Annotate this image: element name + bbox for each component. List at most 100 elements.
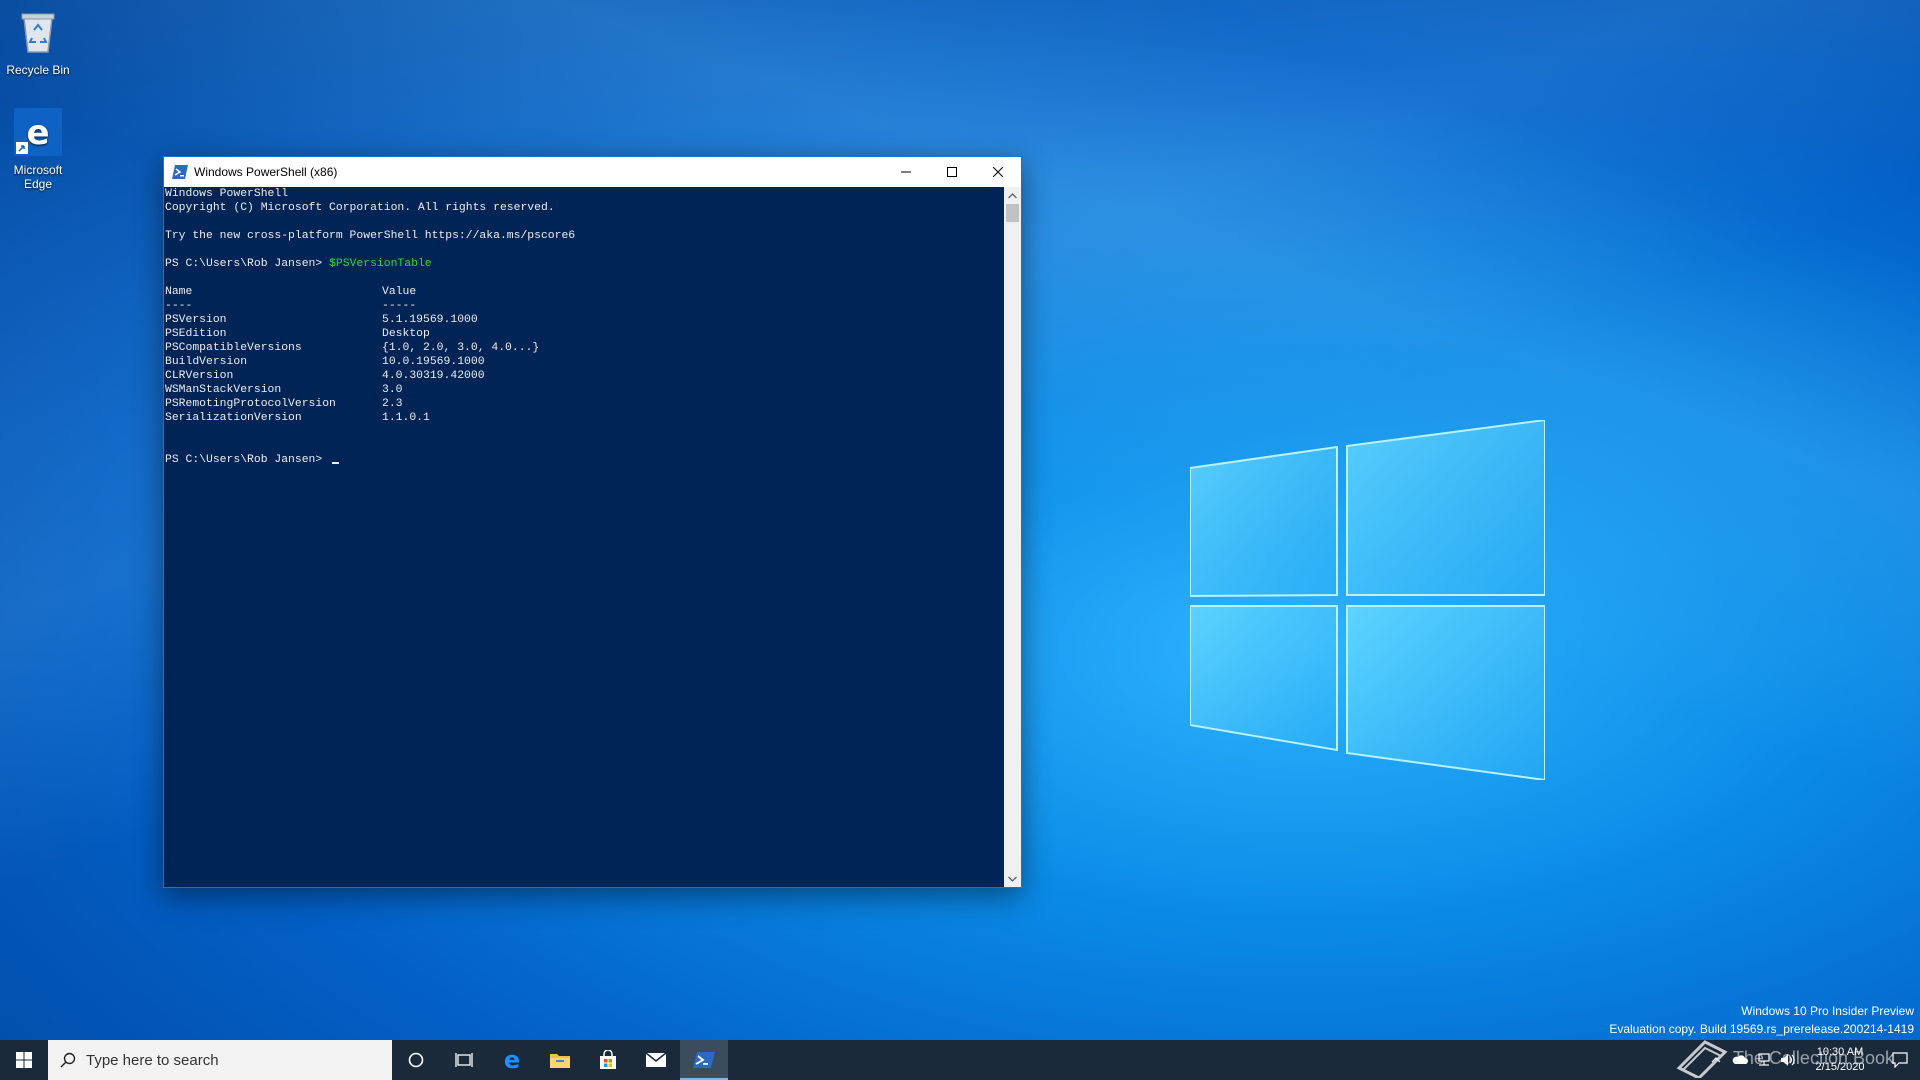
scroll-thumb[interactable] xyxy=(1006,204,1019,222)
table-row: WSManStackVersion 3.0 xyxy=(165,383,1004,397)
row-value: 1.1.0.1 xyxy=(382,412,430,424)
minimize-button[interactable] xyxy=(883,157,929,187)
row-name: SerializationVersion xyxy=(165,412,302,424)
search-icon xyxy=(60,1052,76,1068)
table-row: PSCompatibleVersions {1.0, 2.0, 3.0, 4.0.… xyxy=(165,341,1004,355)
row-name: PSCompatibleVersions xyxy=(165,342,302,354)
row-name: PSRemotingProtocolVersion xyxy=(165,398,336,410)
recycle-bin-icon xyxy=(21,13,55,53)
task-view-button[interactable] xyxy=(440,1040,488,1080)
action-center-button[interactable] xyxy=(1880,1040,1920,1080)
table-row: CLRVersion 4.0.30319.42000 xyxy=(165,369,1004,383)
network-icon xyxy=(1758,1053,1770,1066)
mail-button[interactable] xyxy=(632,1040,680,1080)
search-placeholder: Type here to search xyxy=(86,1051,219,1069)
svg-text:e: e xyxy=(504,1049,520,1071)
rule-name: ---- xyxy=(165,300,193,312)
watermark-edition: Windows 10 Pro Insider Preview xyxy=(1741,1004,1914,1018)
command-text: $PSVersionTable xyxy=(329,258,432,270)
svg-text:e: e xyxy=(26,113,49,153)
edge-icon: e xyxy=(504,1049,520,1071)
scroll-up-button[interactable] xyxy=(1004,187,1021,204)
onedrive-tray-button[interactable] xyxy=(1728,1040,1752,1080)
console-output[interactable]: Windows PowerShell Copyright (C) Microso… xyxy=(164,187,1004,887)
chevron-up-icon xyxy=(1711,1057,1721,1063)
desktop-icon-recycle-bin[interactable]: Recycle Bin xyxy=(0,8,76,77)
row-value: 3.0 xyxy=(382,384,403,396)
row-value: Desktop xyxy=(382,328,430,340)
row-value: 10.0.19569.1000 xyxy=(382,356,485,368)
row-value: 5.1.19569.1000 xyxy=(382,314,478,326)
table-row: BuildVersion 10.0.19569.1000 xyxy=(165,355,1004,369)
scroll-down-button[interactable] xyxy=(1004,870,1021,887)
powershell-icon xyxy=(172,165,188,179)
cortana-icon xyxy=(408,1052,424,1068)
windows-logo-wallpaper xyxy=(1190,420,1545,780)
taskbar-search-box[interactable]: Type here to search xyxy=(48,1040,392,1080)
close-button[interactable] xyxy=(975,157,1021,187)
row-name: WSManStackVersion xyxy=(165,384,282,396)
rule-value: ----- xyxy=(382,300,417,312)
window-title: Windows PowerShell (x86) xyxy=(194,165,338,179)
windows-start-icon xyxy=(16,1052,32,1068)
speaker-icon xyxy=(1781,1054,1795,1066)
volume-tray-button[interactable] xyxy=(1776,1040,1800,1080)
column-header-name: Name xyxy=(165,286,193,298)
table-header: Name Value xyxy=(165,285,1004,299)
table-row: PSRemotingProtocolVersion 2.3 xyxy=(165,397,1004,411)
start-button[interactable] xyxy=(0,1040,48,1080)
mail-icon xyxy=(645,1052,667,1067)
cortana-button[interactable] xyxy=(392,1040,440,1080)
vertical-scrollbar[interactable] xyxy=(1004,187,1021,887)
close-icon xyxy=(993,167,1003,177)
prompt: PS C:\Users\Rob Jansen> xyxy=(165,258,330,270)
taskbar-powershell-button[interactable] xyxy=(680,1040,728,1080)
row-name: PSEdition xyxy=(165,328,227,340)
maximize-icon xyxy=(947,167,957,177)
column-header-value: Value xyxy=(382,286,417,298)
cloud-icon xyxy=(1732,1055,1748,1064)
command-line: PS C:\Users\Rob Jansen> $PSVersionTable xyxy=(165,257,1004,271)
row-name: BuildVersion xyxy=(165,356,248,368)
active-prompt-line[interactable]: PS C:\Users\Rob Jansen> xyxy=(165,453,1004,467)
store-button[interactable] xyxy=(584,1040,632,1080)
table-row: PSEdition Desktop xyxy=(165,327,1004,341)
minimize-icon xyxy=(901,171,911,173)
text-cursor xyxy=(332,462,340,464)
store-icon xyxy=(600,1050,616,1069)
maximize-button[interactable] xyxy=(929,157,975,187)
watermark-build: Evaluation copy. Build 19569.rs_prerelea… xyxy=(1609,1022,1914,1036)
show-hidden-icons-button[interactable] xyxy=(1704,1040,1728,1080)
table-rule: ---- ----- xyxy=(165,299,1004,313)
desktop-icon-label: Microsoft Edge xyxy=(13,163,63,191)
desktop-icon-label: Recycle Bin xyxy=(6,63,70,77)
taskbar-clock[interactable]: 10:30 AM 2/15/2020 xyxy=(1800,1045,1880,1075)
taskbar-edge-button[interactable]: e xyxy=(488,1040,536,1080)
chevron-down-icon xyxy=(1008,876,1017,882)
network-tray-button[interactable] xyxy=(1752,1040,1776,1080)
row-value: 4.0.30319.42000 xyxy=(382,370,485,382)
table-row: SerializationVersion 1.1.0.1 xyxy=(165,411,1004,425)
console-line: Copyright (C) Microsoft Corporation. All… xyxy=(165,202,555,214)
desktop-icon-edge[interactable]: e Microsoft Edge xyxy=(0,108,76,191)
powershell-icon xyxy=(693,1052,715,1068)
powershell-window[interactable]: Windows PowerShell (x86) Windows PowerSh… xyxy=(163,156,1022,888)
system-tray: 10:30 AM 2/15/2020 xyxy=(1704,1040,1920,1080)
row-name: CLRVersion xyxy=(165,370,234,382)
row-value: 2.3 xyxy=(382,398,403,410)
console-line: Windows PowerShell xyxy=(165,188,289,200)
file-explorer-button[interactable] xyxy=(536,1040,584,1080)
edge-icon: e xyxy=(14,108,62,156)
file-explorer-icon xyxy=(550,1054,570,1068)
task-view-icon xyxy=(455,1053,473,1067)
clock-date: 2/15/2020 xyxy=(1815,1061,1865,1073)
title-bar[interactable]: Windows PowerShell (x86) xyxy=(164,157,1021,187)
console-line: Try the new cross-platform PowerShell ht… xyxy=(165,230,576,242)
table-row: PSVersion 5.1.19569.1000 xyxy=(165,313,1004,327)
notification-icon xyxy=(1892,1052,1908,1068)
